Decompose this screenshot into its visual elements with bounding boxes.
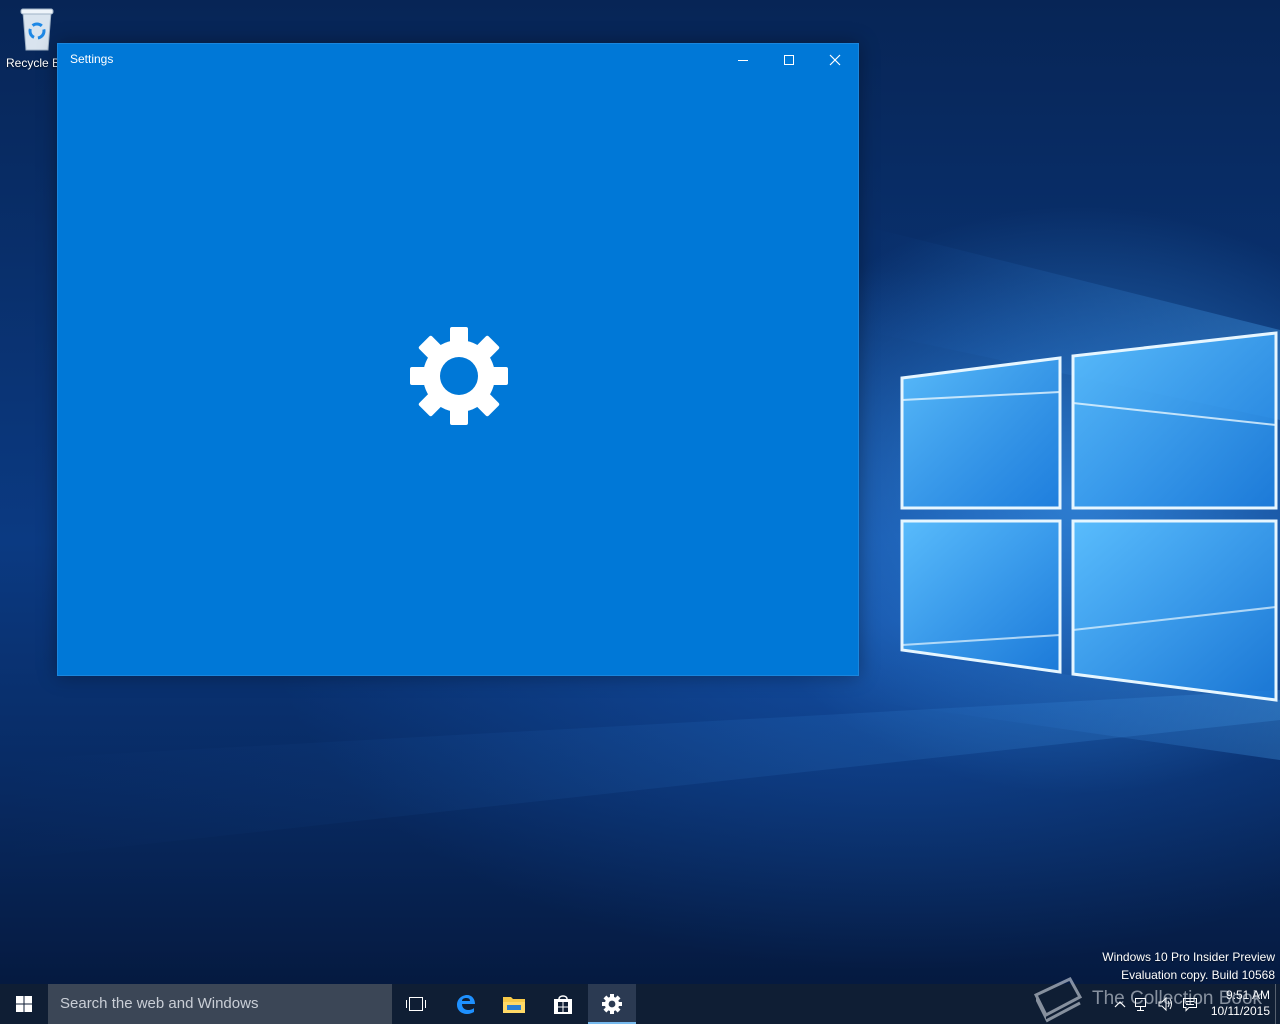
settings-taskbar-button[interactable] [588,984,636,1024]
settings-window: Settings [57,43,859,676]
watermark-line-edition: Windows 10 Pro Insider Preview [1102,950,1275,964]
windows-logo-icon [16,996,32,1012]
gear-icon [410,327,508,425]
window-title: Settings [70,52,114,66]
watermark-line-build: Evaluation copy. Build 10568 [1121,968,1275,982]
start-button[interactable] [0,984,48,1024]
network-icon[interactable] [1134,996,1150,1012]
action-center-icon[interactable] [1182,996,1198,1012]
maximize-icon [784,54,794,65]
chevron-up-icon[interactable] [1112,996,1128,1012]
task-view-button[interactable] [392,984,440,1024]
close-button[interactable] [812,44,858,75]
edge-button[interactable] [441,984,489,1024]
search-input[interactable]: Search the web and Windows [48,984,392,1024]
recycle-bin-icon [20,8,54,51]
minimize-icon [738,59,748,61]
taskbar: Search the web and Windows 9:51 AM 10/11… [0,984,1280,1024]
clock-date: 10/11/2015 [1210,1004,1270,1018]
close-icon [829,54,841,65]
build-watermark: Windows 10 Pro Insider Preview Evaluatio… [1102,948,1275,984]
folder-icon [503,997,525,1013]
minimize-button[interactable] [720,44,766,75]
volume-icon[interactable] [1158,996,1174,1012]
store-button[interactable] [539,984,587,1024]
maximize-button[interactable] [766,44,812,75]
clock[interactable]: 9:51 AM 10/11/2015 [1211,987,1270,1019]
task-view-icon [406,997,426,1011]
system-tray: 9:51 AM 10/11/2015 [1110,984,1280,1024]
gear-icon [602,994,622,1014]
window-titlebar[interactable]: Settings [58,44,858,75]
edge-icon [457,995,475,1014]
file-explorer-button[interactable] [490,984,538,1024]
store-icon [554,995,572,1014]
clock-time: 9:51 AM [1225,988,1270,1002]
show-desktop-button[interactable] [1275,984,1280,1024]
